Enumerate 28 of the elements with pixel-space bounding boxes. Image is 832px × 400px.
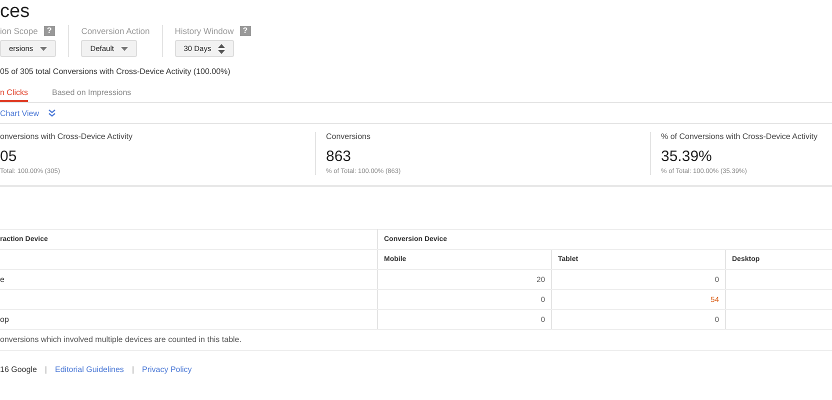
double-chevron-icon[interactable] <box>48 109 56 117</box>
caret-icon <box>40 46 48 50</box>
metric-title: % of Conversions with Cross-Device Activity <box>661 132 818 143</box>
help-badge[interactable]: ? <box>240 26 251 36</box>
table-note: onversions which involved multiple devices are counted in this table. <box>0 330 832 351</box>
copyright-text: 16 Google <box>0 365 37 374</box>
filter-label: History Window <box>174 26 234 36</box>
metric-value: 863 <box>326 147 352 167</box>
help-badge[interactable]: ? <box>44 26 55 36</box>
metric-title: Conversions <box>326 132 372 143</box>
metric-value: 05 <box>0 147 18 167</box>
row-label: op <box>0 310 378 330</box>
row-label: e <box>0 270 378 290</box>
separator: | <box>132 365 134 374</box>
filter-label: ion Scope <box>0 26 38 36</box>
chart-view-link[interactable]: Chart View <box>0 108 39 118</box>
separator: | <box>44 365 47 374</box>
stepper-icon <box>218 44 226 54</box>
summary-text: 05 of 305 total Conversions with Cross-Device Activity (100.00%) <box>0 67 232 78</box>
metric-title: onversions with Cross-Device Activity <box>0 132 134 143</box>
caret-icon <box>120 46 128 50</box>
tab[interactable]: n Clicks <box>0 84 28 102</box>
tab[interactable]: Based on Impressions <box>52 84 132 102</box>
footer-link[interactable]: Editorial Guidelines <box>55 365 124 374</box>
metric-value: 35.39% <box>661 147 713 167</box>
footer-link[interactable]: Privacy Policy <box>142 365 192 374</box>
page-title: ces <box>0 0 31 23</box>
filter-label: Conversion Action <box>81 26 150 36</box>
